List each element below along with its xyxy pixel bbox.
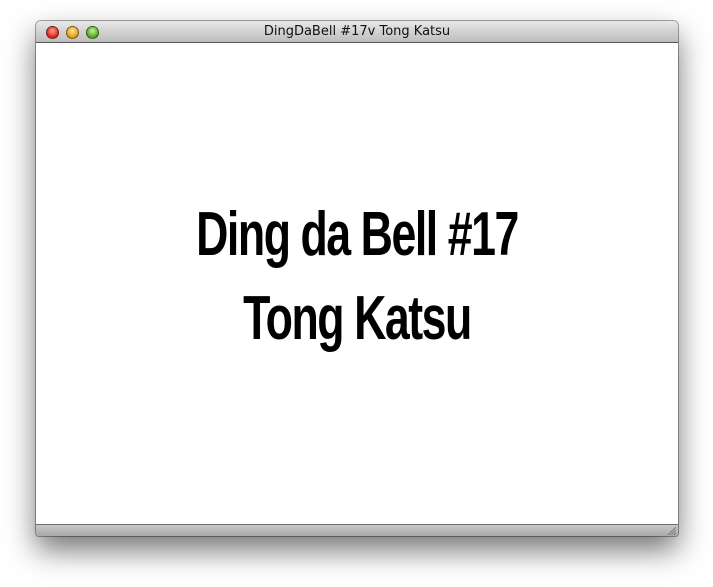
app-window: DingDaBell #17v Tong Katsu Ding da Bell … <box>36 21 678 536</box>
content-area: Ding da Bell #17 Tong Katsu <box>36 43 678 524</box>
headline-line-1: Ding da Bell #17 <box>196 200 519 269</box>
status-bar <box>36 524 678 536</box>
window-title: DingDaBell #17v Tong Katsu <box>263 24 451 39</box>
headline: Ding da Bell #17 Tong Katsu <box>126 193 588 361</box>
headline-line-2: Tong Katsu <box>243 284 472 353</box>
resize-grip-icon[interactable] <box>666 525 676 535</box>
title-bar[interactable]: DingDaBell #17v Tong Katsu <box>36 21 678 43</box>
